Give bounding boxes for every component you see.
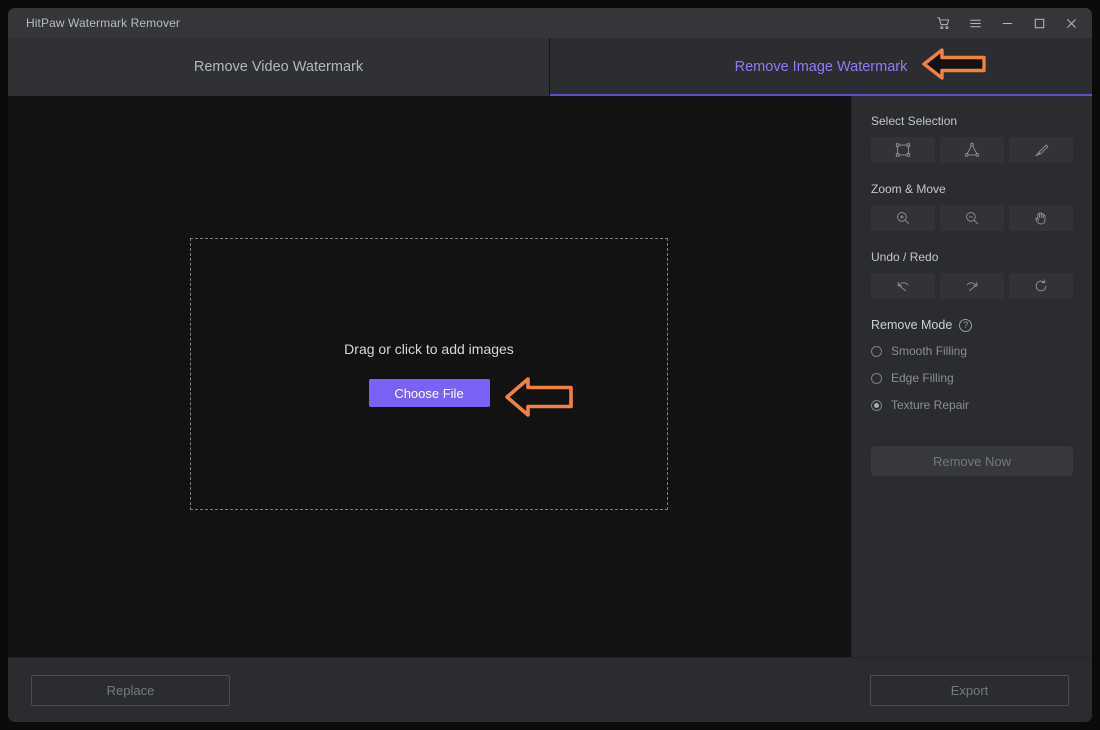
canvas-area: Drag or click to add images Choose File [8,96,852,657]
reset-icon[interactable] [1009,273,1073,299]
zoom-move-label: Zoom & Move [871,182,946,196]
main-tabs: Remove Video Watermark Remove Image Wate… [8,38,1092,96]
application-window: HitPaw Watermark Remover Remove Video Wa… [8,8,1092,722]
select-selection-label: Select Selection [871,114,958,128]
zoom-move-tools [871,205,1073,231]
radio-icon-edge-filling [871,372,882,384]
polygon-select-icon[interactable] [940,137,1004,163]
select-selection-tools [871,137,1073,163]
radio-texture-repair[interactable]: Texture Repair [871,398,1073,412]
close-icon[interactable] [1056,10,1086,36]
maximize-icon[interactable] [1024,10,1054,36]
replace-button[interactable]: Replace [31,674,230,706]
choose-file-button[interactable]: Choose File [368,379,490,407]
undo-redo-tools [871,273,1073,299]
radio-icon-texture-repair [871,399,882,411]
zoom-in-icon[interactable] [871,205,935,231]
radio-icon-smooth-filling [871,345,882,357]
help-icon[interactable]: ? [959,318,973,332]
cart-icon[interactable] [928,10,958,36]
export-button[interactable]: Export [870,674,1069,706]
tab-remove-video-watermark[interactable]: Remove Video Watermark [8,38,550,96]
menu-icon[interactable] [960,10,990,36]
image-dropzone[interactable]: Drag or click to add images Choose File [190,238,668,510]
tab-label-image: Remove Image Watermark [734,59,908,75]
dropzone-hint: Drag or click to add images [344,341,514,357]
main-body: Drag or click to add images Choose File … [8,96,1092,657]
title-bar: HitPaw Watermark Remover [8,8,1092,38]
radio-label-edge-filling: Edge Filling [891,371,954,385]
zoom-out-icon[interactable] [940,205,1004,231]
radio-smooth-filling[interactable]: Smooth Filling [871,344,1073,358]
tools-panel: Select Selection Zoom & Move Undo / Redo… [852,96,1092,657]
app-root: HitPaw Watermark Remover Remove Video Wa… [0,0,1100,730]
brush-select-icon[interactable] [1009,137,1073,163]
window-controls [928,8,1086,38]
remove-now-button[interactable]: Remove Now [871,446,1073,476]
remove-mode-label-row: Remove Mode ? [871,318,1073,332]
undo-redo-label: Undo / Redo [871,250,939,264]
tab-remove-image-watermark[interactable]: Remove Image Watermark [550,38,1092,96]
tab-label-video: Remove Video Watermark [193,59,364,75]
remove-mode-label: Remove Mode [871,318,953,332]
hand-pan-icon[interactable] [1009,205,1073,231]
redo-icon[interactable] [940,273,1004,299]
radio-edge-filling[interactable]: Edge Filling [871,371,1073,385]
footer-bar: Replace Export [8,657,1092,722]
rectangle-select-icon[interactable] [871,137,935,163]
radio-label-smooth-filling: Smooth Filling [891,344,968,358]
window-title: HitPaw Watermark Remover [26,16,180,30]
radio-label-texture-repair: Texture Repair [891,398,970,412]
minimize-icon[interactable] [992,10,1022,36]
undo-icon[interactable] [871,273,935,299]
